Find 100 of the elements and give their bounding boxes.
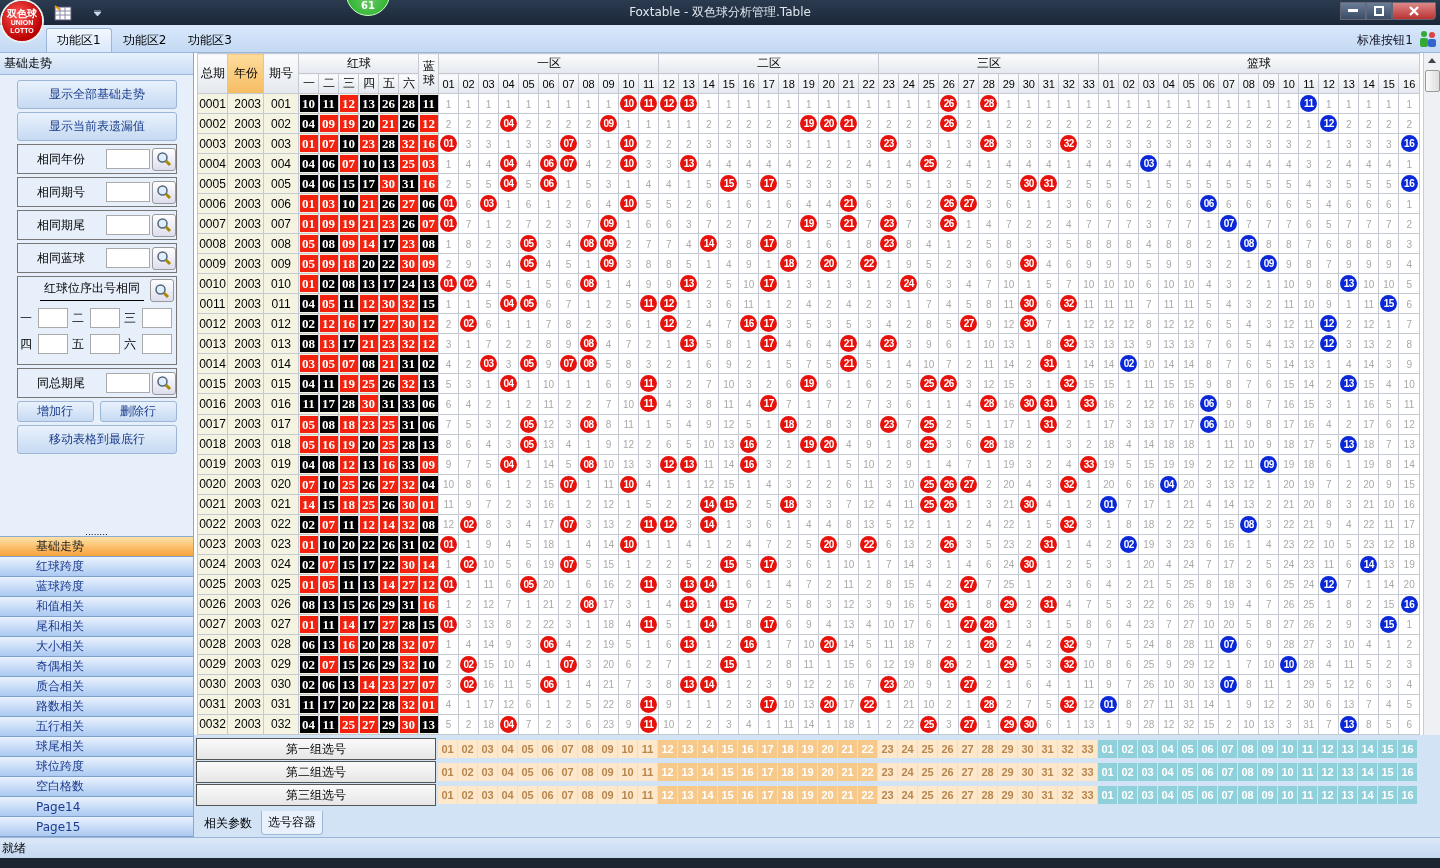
number-chip[interactable]: 15	[718, 786, 737, 804]
number-chip[interactable]: 16	[1398, 763, 1417, 781]
input-field[interactable]	[105, 149, 150, 169]
ribbon-tab[interactable]: 功能区3	[177, 28, 243, 52]
input-field[interactable]	[105, 182, 150, 202]
number-chip[interactable]: 21	[838, 763, 857, 781]
search-button[interactable]	[151, 371, 176, 395]
number-chip[interactable]: 03	[478, 740, 497, 758]
number-chip[interactable]: 32	[1058, 740, 1077, 758]
number-chip[interactable]: 07	[558, 786, 577, 804]
number-chip[interactable]: 30	[1018, 740, 1037, 758]
dropdown-caret-icon[interactable]	[94, 9, 101, 16]
number-chip[interactable]: 18	[778, 740, 797, 758]
number-chip[interactable]: 03	[1138, 763, 1157, 781]
number-chip[interactable]: 29	[998, 786, 1017, 804]
nav-item[interactable]: 基础走势	[0, 537, 193, 557]
number-chip[interactable]: 09	[598, 763, 617, 781]
number-chip[interactable]: 28	[978, 740, 997, 758]
input-field[interactable]	[105, 373, 150, 393]
number-chip[interactable]: 03	[1138, 786, 1157, 804]
action-button[interactable]: 删除行	[99, 401, 177, 422]
number-chip[interactable]: 24	[898, 763, 917, 781]
search-button[interactable]	[151, 147, 176, 171]
number-chip[interactable]: 19	[798, 763, 817, 781]
number-chip[interactable]: 18	[778, 786, 797, 804]
number-chip[interactable]: 15	[718, 740, 737, 758]
number-chip[interactable]: 17	[758, 786, 777, 804]
nav-item[interactable]: 红球跨度	[0, 557, 193, 577]
number-chip[interactable]: 02	[458, 740, 477, 758]
number-chip[interactable]: 21	[838, 786, 857, 804]
number-chip[interactable]: 31	[1038, 786, 1057, 804]
number-chip[interactable]: 29	[998, 740, 1017, 758]
number-chip[interactable]: 01	[438, 740, 457, 758]
number-chip[interactable]: 05	[1178, 786, 1197, 804]
number-chip[interactable]: 06	[1198, 786, 1217, 804]
number-chip[interactable]: 31	[1038, 740, 1057, 758]
number-chip[interactable]: 16	[1398, 740, 1417, 758]
number-chip[interactable]: 11	[1298, 763, 1317, 781]
tab[interactable]: 选号容器	[261, 811, 323, 835]
number-chip[interactable]: 13	[678, 740, 697, 758]
number-chip[interactable]: 19	[798, 786, 817, 804]
number-chip[interactable]: 15	[1378, 740, 1397, 758]
number-chip[interactable]: 02	[1118, 740, 1137, 758]
number-chip[interactable]: 27	[958, 763, 977, 781]
number-chip[interactable]: 17	[758, 740, 777, 758]
nav-item[interactable]: 球位跨度	[0, 757, 193, 777]
number-chip[interactable]: 13	[678, 786, 697, 804]
number-chip[interactable]: 14	[698, 786, 717, 804]
number-chip[interactable]: 16	[1398, 786, 1417, 804]
action-button[interactable]: 移动表格到最底行	[16, 425, 177, 454]
number-chip[interactable]: 13	[1338, 786, 1357, 804]
column-header[interactable]: 年份	[227, 53, 264, 94]
number-chip[interactable]: 12	[658, 786, 677, 804]
number-chip[interactable]: 20	[818, 740, 837, 758]
number-chip[interactable]: 01	[438, 786, 457, 804]
number-chip[interactable]: 12	[1318, 740, 1337, 758]
number-chip[interactable]: 25	[918, 763, 937, 781]
number-chip[interactable]: 11	[638, 786, 657, 804]
number-chip[interactable]: 12	[658, 740, 677, 758]
number-chip[interactable]: 01	[1098, 786, 1117, 804]
number-chip[interactable]: 12	[1318, 763, 1337, 781]
number-chip[interactable]: 22	[858, 740, 877, 758]
nav-item[interactable]: Page15	[0, 817, 193, 837]
search-button[interactable]	[151, 246, 176, 270]
number-chip[interactable]: 07	[1218, 786, 1237, 804]
number-chip[interactable]: 12	[658, 763, 677, 781]
number-chip[interactable]: 24	[898, 740, 917, 758]
number-chip[interactable]: 10	[1278, 740, 1297, 758]
number-chip[interactable]: 01	[438, 763, 457, 781]
search-button[interactable]	[151, 213, 176, 237]
number-chip[interactable]: 20	[818, 786, 837, 804]
number-chip[interactable]: 06	[538, 786, 557, 804]
number-chip[interactable]: 01	[1098, 763, 1117, 781]
number-chip[interactable]: 09	[1258, 786, 1277, 804]
number-chip[interactable]: 04	[498, 786, 517, 804]
number-chip[interactable]: 10	[1278, 763, 1297, 781]
number-chip[interactable]: 06	[538, 763, 557, 781]
input-field[interactable]	[89, 308, 120, 328]
number-chip[interactable]: 30	[1018, 763, 1037, 781]
nav-item[interactable]: 蓝球跨度	[0, 577, 193, 597]
number-chip[interactable]: 04	[498, 740, 517, 758]
number-chip[interactable]: 10	[618, 740, 637, 758]
number-chip[interactable]: 04	[1158, 763, 1177, 781]
number-chip[interactable]: 05	[518, 786, 537, 804]
number-chip[interactable]: 16	[738, 740, 757, 758]
number-chip[interactable]: 25	[918, 740, 937, 758]
action-button[interactable]: 增加行	[16, 401, 94, 422]
number-chip[interactable]: 27	[958, 740, 977, 758]
number-chip[interactable]: 14	[698, 740, 717, 758]
number-chip[interactable]: 11	[1298, 786, 1317, 804]
number-chip[interactable]: 09	[598, 740, 617, 758]
number-chip[interactable]: 10	[1278, 786, 1297, 804]
search-button[interactable]	[151, 180, 176, 204]
number-chip[interactable]: 33	[1078, 740, 1097, 758]
number-chip[interactable]: 23	[878, 763, 897, 781]
input-field[interactable]	[37, 308, 68, 328]
group-button[interactable]: 第一组选号	[196, 738, 436, 760]
number-chip[interactable]: 07	[558, 763, 577, 781]
number-chip[interactable]: 08	[1238, 786, 1257, 804]
number-chip[interactable]: 32	[1058, 763, 1077, 781]
